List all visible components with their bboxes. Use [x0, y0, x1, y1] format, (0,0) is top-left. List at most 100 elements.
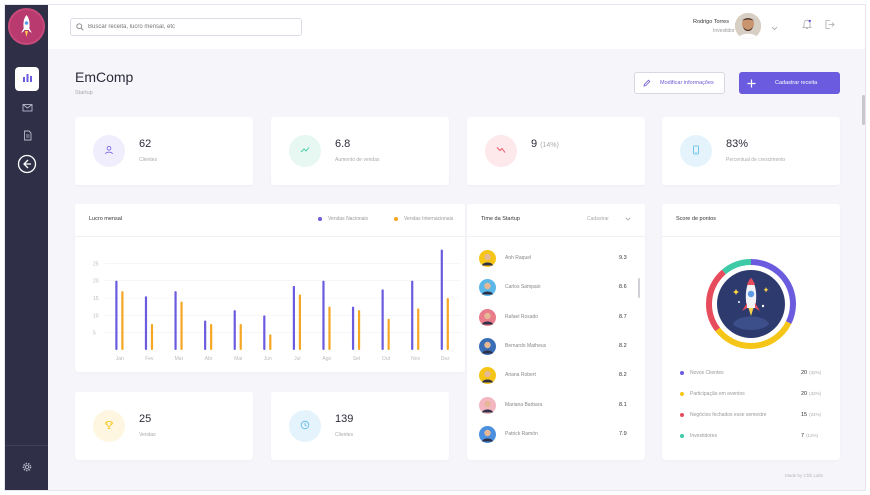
score-legend-label: Participação em eventos — [690, 391, 745, 397]
score-legend-label: Negócios fechados esse semestre — [690, 412, 767, 418]
rocket-illustration — [717, 270, 785, 338]
user-menu-toggle[interactable] — [770, 23, 778, 31]
team-member-name: Patrick Ramón — [505, 430, 538, 437]
y-tick-label: 15 — [93, 296, 99, 302]
team-member-avatar — [479, 367, 496, 385]
bar-national — [381, 289, 384, 350]
legend-label: Vendas Nacionais — [328, 216, 369, 222]
team-member-row[interactable]: Rafael Rosado 8.7 — [479, 308, 629, 327]
team-member-name: Anh Raquel — [505, 255, 532, 261]
team-member-name: Bernardo Matheus — [505, 342, 547, 349]
team-member-row[interactable]: Ariana Robert 8.2 — [479, 367, 629, 385]
card-divider — [467, 236, 645, 237]
team-card: Time da Startup Cadastrar Anh Raquel 9.3 C… — [467, 204, 645, 460]
logout-button[interactable] — [823, 20, 835, 32]
bar-international — [328, 306, 331, 350]
x-tick-label: Ago — [322, 356, 331, 362]
score-donut-chart — [706, 259, 796, 349]
avatar[interactable] — [735, 13, 761, 39]
score-legend-value: 20 (32%) — [801, 391, 822, 397]
bar-national — [263, 315, 266, 350]
stat-card-sales-increase: 6.8 Aumento de vendas — [271, 117, 449, 185]
bar-national — [144, 296, 148, 350]
score-legend-item: Participação em eventos 20 (32%) — [680, 391, 825, 401]
notifications-button[interactable] — [801, 19, 813, 32]
legend-item-national: Vendas Nacionais — [318, 216, 368, 222]
x-tick-label: Out — [382, 356, 391, 362]
sidebar — [5, 5, 48, 490]
page-subtitle: Startup — [75, 90, 93, 96]
legend-item-international: Vendas Internacionais — [394, 216, 453, 222]
sidebar-item-settings[interactable] — [15, 457, 39, 481]
team-member-row[interactable]: Carlos Sampaio 8.6 — [479, 279, 629, 297]
rocket-logo[interactable] — [8, 8, 45, 45]
bar-national — [204, 320, 207, 350]
score-title: Score de pontos — [676, 216, 717, 222]
x-tick-label: Nov — [411, 356, 420, 362]
team-member-row[interactable]: Patrick Ramón 7.9 — [479, 425, 629, 444]
add-revenue-label: Cadastrar receita — [775, 80, 818, 86]
stat-label: Percentual de crescimento — [726, 157, 786, 163]
y-tick-label: 10 — [93, 313, 99, 319]
bar-international — [446, 298, 449, 350]
team-filter[interactable]: Cadastrar — [587, 216, 631, 222]
user-name: Rodrigo Torres — [693, 19, 729, 25]
sidebar-item-dashboard[interactable] — [15, 67, 39, 91]
stat-label: Clientes — [139, 157, 158, 163]
edit-info-label: Modificar informações — [660, 80, 714, 86]
bar-international — [121, 291, 124, 350]
bar-national — [115, 280, 118, 350]
score-legend-item: Novos Clientes 20 (32%) — [680, 370, 825, 380]
team-member-row[interactable]: Mariana Barbara 8.1 — [479, 396, 629, 415]
add-revenue-button[interactable]: Cadastrar receita — [739, 72, 840, 94]
score-legend-value: 15 (24%) — [801, 412, 822, 418]
legend-dot — [318, 217, 322, 221]
bar-international — [357, 310, 361, 350]
stat-card-sales: 25 Vendas — [75, 392, 253, 460]
score-card: Score de pontos Novos Clientes 20 (32%) Par… — [662, 204, 840, 460]
stat-value: 25 — [139, 413, 152, 425]
search-input[interactable] — [88, 24, 288, 30]
gear-icon — [21, 460, 33, 478]
sidebar-item-messages[interactable] — [15, 97, 39, 121]
edit-info-button[interactable]: Modificar informações — [634, 72, 725, 94]
bar-international — [298, 294, 301, 350]
logout-icon — [824, 17, 835, 35]
sidebar-back-button[interactable] — [15, 154, 39, 178]
team-title: Time da Startup — [481, 216, 520, 222]
score-legend-label: Novos Clientes — [690, 370, 724, 376]
search-box[interactable] — [70, 18, 302, 36]
team-member-name: Ariana Robert — [505, 372, 536, 379]
stat-value: 6.8 — [335, 138, 351, 150]
bar-international — [387, 318, 390, 350]
search-icon — [76, 18, 84, 36]
document-icon — [22, 128, 33, 146]
stat-percentage: (14%) — [540, 142, 559, 149]
team-member-name: Rafael Rosado — [505, 313, 539, 320]
team-member-avatar — [479, 250, 496, 267]
legend-label: Vendas Internacionais — [404, 216, 454, 222]
bar-international — [269, 334, 272, 350]
team-member-row[interactable]: Bernardo Matheus 8.2 — [479, 337, 629, 356]
plus-icon — [739, 79, 763, 88]
stat-value: 83% — [726, 138, 749, 150]
team-scrollbar[interactable] — [638, 278, 640, 298]
page-scrollbar[interactable] — [862, 95, 865, 125]
team-member-avatar — [479, 308, 496, 326]
stat-card-clients: 62 Clientes — [75, 117, 253, 185]
footer-credit: Made by Chili Labs — [785, 473, 824, 478]
team-member-row[interactable]: Anh Raquel 9.3 — [479, 250, 629, 268]
x-tick-label: Abr — [205, 356, 213, 362]
team-member-score: 7.9 — [619, 430, 627, 437]
user-icon — [104, 142, 114, 160]
bar-national — [174, 291, 177, 350]
mail-icon — [22, 100, 33, 118]
stat-card-decline: 9 (14%) — [467, 117, 645, 185]
legend-dot — [680, 392, 684, 396]
score-legend-item: Negócios fechados esse semestre 15 (24%) — [680, 412, 825, 422]
monthly-profit-card: Lucro mensal Vendas Nacionais Vendas Int… — [75, 204, 465, 372]
sidebar-item-documents[interactable] — [15, 125, 39, 149]
bar-national — [440, 249, 443, 350]
team-member-score: 9.3 — [619, 255, 627, 261]
bar-international — [239, 324, 242, 350]
